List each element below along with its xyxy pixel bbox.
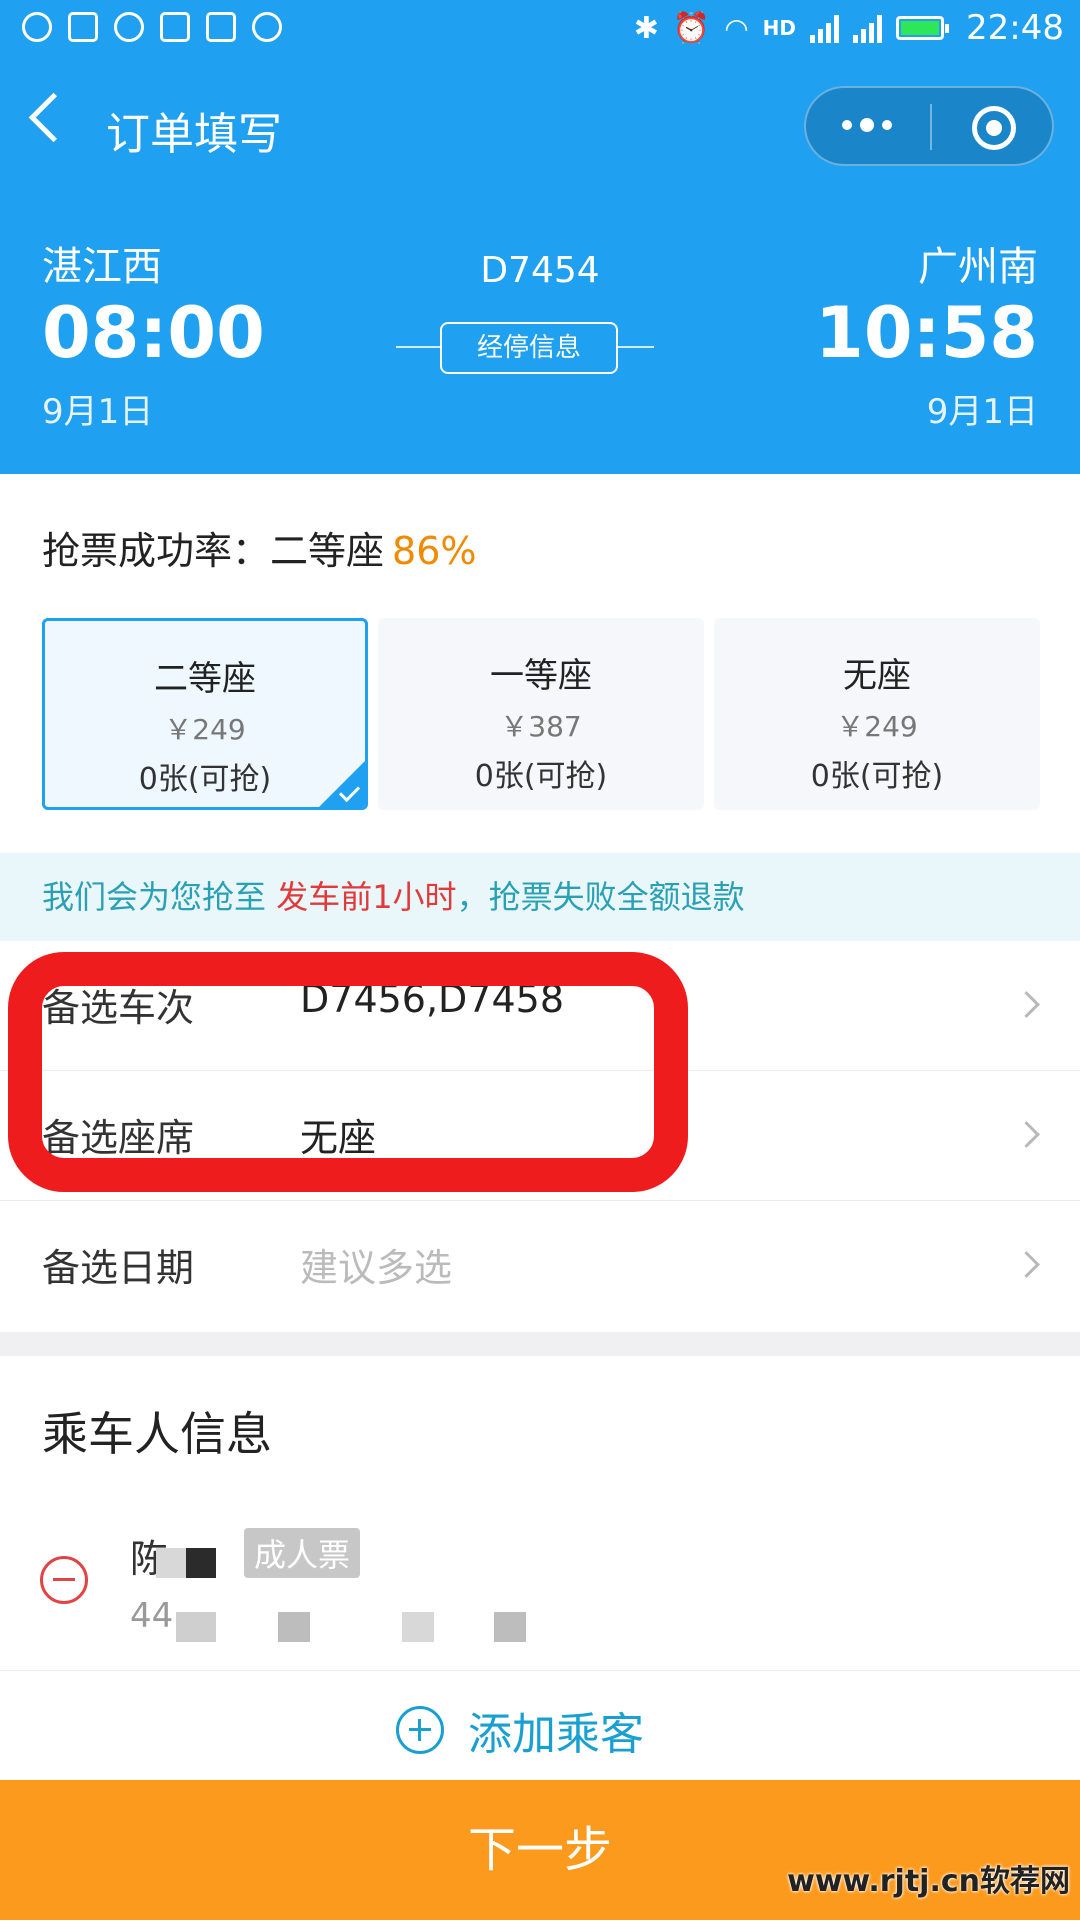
bluetooth-icon: ✱	[633, 10, 659, 46]
seat-option-first-class[interactable]: 一等座 ￥387 0张(可抢)	[378, 618, 704, 810]
from-station: 湛江西	[42, 244, 162, 290]
chevron-right-icon	[1013, 1121, 1040, 1148]
chevron-right-icon	[1013, 991, 1040, 1018]
seat-option-second-class[interactable]: 二等座 ￥249 0张(可抢)	[42, 618, 368, 810]
row-placeholder: 建议多选	[300, 1246, 453, 1290]
success-rate: 抢票成功率：二等座 86%	[42, 520, 476, 575]
shield-icon	[160, 12, 190, 42]
watermark: www.rjtj.cn软荐网	[787, 1864, 1070, 1899]
add-passenger-icon[interactable]	[396, 1706, 444, 1754]
alt-dates-row[interactable]: 备选日期 建议多选	[0, 1201, 1080, 1331]
passenger-id: 44	[130, 1596, 174, 1636]
more-dots-icon	[252, 12, 282, 42]
privacy-mask	[186, 1548, 216, 1578]
refund-notice: 我们会为您抢至 发车前1小时，抢票失败全额退款	[0, 853, 1080, 941]
passenger-section-title: 乘车人信息	[42, 1407, 272, 1461]
add-passenger-button[interactable]: 添加乘客	[468, 1698, 644, 1762]
capsule-divider	[930, 104, 932, 150]
ticket-type-badge: 成人票	[244, 1528, 361, 1578]
seat-count: 0张(可抢)	[138, 762, 272, 797]
divider	[0, 1670, 1080, 1671]
battery-icon	[896, 16, 950, 40]
notification-icons	[22, 12, 282, 42]
seat-name: 二等座	[154, 659, 256, 699]
arrive-date: 9月1日	[926, 392, 1038, 432]
train-number: D7454	[480, 250, 600, 291]
more-icon[interactable]	[842, 118, 892, 132]
close-target-icon[interactable]	[972, 106, 1016, 150]
privacy-mask	[278, 1612, 310, 1642]
seat-name: 一等座	[490, 656, 592, 696]
privacy-mask	[176, 1612, 216, 1642]
message-icon	[68, 12, 98, 42]
notice-prefix: 我们会为您抢至	[42, 878, 267, 916]
row-label: 备选日期	[42, 1246, 195, 1290]
success-rate-value: 86%	[392, 529, 477, 573]
chevron-right-icon	[1013, 1251, 1040, 1278]
success-rate-label: 抢票成功率：二等座	[42, 529, 385, 573]
alarm-icon: ⏰	[672, 10, 711, 46]
privacy-mask	[156, 1548, 186, 1578]
to-station: 广州南	[918, 244, 1038, 290]
signal-icon	[810, 13, 840, 43]
status-time: 22:48	[966, 8, 1064, 48]
wifi-icon: ◠	[724, 11, 749, 45]
compass-icon	[114, 12, 144, 42]
signal-icon-2	[853, 13, 883, 43]
status-bar: ✱ ⏰ ◠ HD 22:48	[0, 0, 1080, 62]
network-label: HD	[762, 16, 797, 40]
seat-price: ￥249	[164, 713, 246, 746]
privacy-mask	[402, 1612, 434, 1642]
header: ✱ ⏰ ◠ HD 22:48 订单填写 湛江西 08:00 9月1日 D7454…	[0, 0, 1080, 474]
globe-icon	[22, 12, 52, 42]
notice-highlight: 发车前1小时	[276, 878, 457, 916]
image-icon	[206, 12, 236, 42]
seat-name: 无座	[843, 656, 911, 696]
seat-option-no-seat[interactable]: 无座 ￥249 0张(可抢)	[714, 618, 1040, 810]
status-right: ✱ ⏰ ◠ HD 22:48	[634, 8, 1064, 48]
back-icon[interactable]	[28, 92, 79, 143]
depart-date: 9月1日	[42, 392, 154, 432]
arrive-time: 10:58	[815, 292, 1038, 374]
seat-count: 0张(可抢)	[810, 759, 944, 794]
section-divider	[0, 1332, 1080, 1356]
page-title: 订单填写	[106, 109, 282, 160]
seat-price: ￥387	[500, 710, 582, 743]
red-highlight-annotation	[8, 952, 688, 1192]
remove-passenger-icon[interactable]	[40, 1556, 88, 1604]
selected-corner	[319, 761, 365, 807]
depart-time: 08:00	[42, 292, 265, 374]
stops-info-button[interactable]: 经停信息	[440, 322, 618, 374]
notice-suffix: ，抢票失败全额退款	[456, 878, 745, 916]
seat-price: ￥249	[836, 710, 918, 743]
privacy-mask	[494, 1612, 526, 1642]
miniprogram-capsule	[804, 86, 1054, 166]
seat-count: 0张(可抢)	[474, 759, 608, 794]
